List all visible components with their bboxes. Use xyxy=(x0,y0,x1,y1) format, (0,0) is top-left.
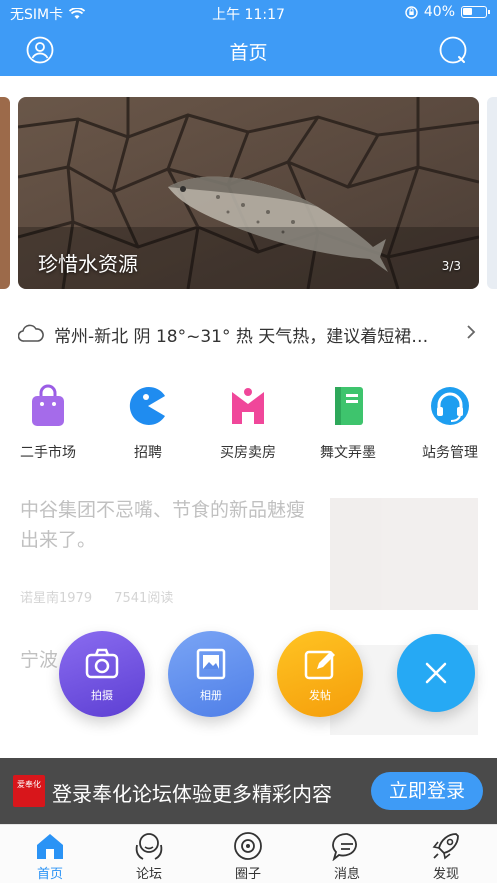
battery-icon xyxy=(461,6,490,18)
bottom-tab-bar: 首页 论坛 圈子 消息 发现 xyxy=(0,824,497,883)
camera-button[interactable]: 拍摄 xyxy=(59,631,145,717)
book-icon xyxy=(335,387,363,425)
tab-home[interactable]: 首页 xyxy=(20,831,80,882)
article-meta: 诺星南1979 7541阅读 xyxy=(20,587,173,606)
edit-icon xyxy=(304,650,335,680)
close-icon xyxy=(425,662,447,684)
page-title: 首页 xyxy=(229,42,268,64)
article-views: 7541阅读 xyxy=(114,591,174,606)
rocket-icon xyxy=(432,833,459,860)
house-icon xyxy=(232,388,264,424)
weather-row[interactable]: 常州-新北 阴 18°~31° 热 天气热，建议着短裙… xyxy=(0,312,497,354)
photo-album-icon xyxy=(196,648,226,680)
banner-caption: 珍惜水资源 xyxy=(38,252,138,276)
banner-next-peek[interactable] xyxy=(487,97,497,289)
forum-icon xyxy=(135,833,163,860)
tab-discover[interactable]: 发现 xyxy=(416,831,476,882)
shortcut-site-admin[interactable]: 站务管理 xyxy=(410,384,490,462)
login-button[interactable]: 立即登录 xyxy=(371,772,483,810)
login-prompt-bar: 爱奉化 登录奉化论坛体验更多精彩内容 立即登录 xyxy=(0,758,497,824)
status-bar: 无SIM卡 上午 11:17 40% xyxy=(0,0,497,26)
chevron-right-icon xyxy=(467,325,476,339)
battery-percent: 40% xyxy=(423,4,455,20)
search-icon[interactable] xyxy=(439,36,467,64)
shortcut-recruitment[interactable]: 招聘 xyxy=(108,384,188,462)
article-title[interactable]: 中谷集团不忌嘴、节食的新品魅瘦出来了。 xyxy=(20,495,310,555)
login-prompt-text: 登录奉化论坛体验更多精彩内容 xyxy=(52,782,332,806)
tab-circle[interactable]: 圈子 xyxy=(218,831,278,882)
top-bar: 无SIM卡 上午 11:17 40% 首页 xyxy=(0,0,497,76)
tab-forum[interactable]: 论坛 xyxy=(119,831,179,882)
home-icon xyxy=(37,834,63,859)
shortcut-second-hand-market[interactable]: 二手市场 xyxy=(8,384,88,462)
headset-icon xyxy=(431,387,469,425)
cloud-icon xyxy=(18,324,44,342)
pacman-icon xyxy=(129,387,165,425)
weather-text: 常州-新北 阴 18°~31° 热 天气热，建议着短裙… xyxy=(54,327,429,347)
shopping-bag-icon xyxy=(32,384,64,426)
article-author: 诺星南1979 xyxy=(20,591,93,606)
forum-logo: 爱奉化 xyxy=(13,775,45,807)
banner-page-indicator: 3/3 xyxy=(441,259,461,273)
album-button[interactable]: 相册 xyxy=(168,631,254,717)
message-icon xyxy=(332,833,357,861)
close-menu-button[interactable] xyxy=(397,634,475,712)
rotation-lock-icon xyxy=(405,5,418,19)
banner-carousel[interactable]: 珍惜水资源 3/3 xyxy=(18,97,479,289)
shortcut-grid: 二手市场 招聘 买房卖房 舞文弄墨 站务管理 xyxy=(0,384,497,464)
camera-icon xyxy=(85,648,119,679)
article-thumbnail[interactable] xyxy=(330,498,478,610)
shortcut-real-estate[interactable]: 买房卖房 xyxy=(208,384,288,462)
shortcut-literature[interactable]: 舞文弄墨 xyxy=(308,384,388,462)
post-button[interactable]: 发帖 xyxy=(277,631,363,717)
tab-messages[interactable]: 消息 xyxy=(317,831,377,882)
circle-icon xyxy=(234,832,262,860)
banner-prev-peek[interactable] xyxy=(0,97,10,289)
